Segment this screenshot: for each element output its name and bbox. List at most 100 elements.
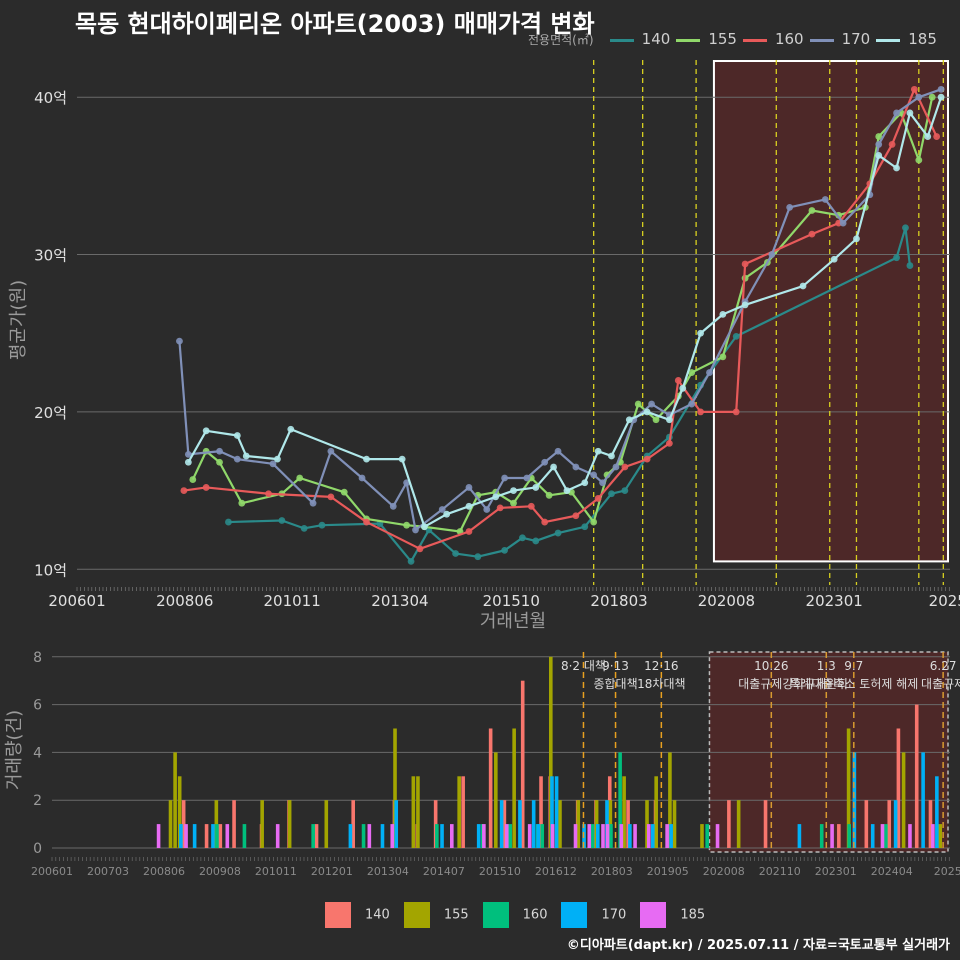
policy-annotation: 10.26 bbox=[754, 659, 788, 673]
volume-bar-155 bbox=[494, 752, 498, 848]
data-point-155 bbox=[238, 499, 246, 507]
policy-annotation: 9.7 bbox=[844, 659, 863, 673]
data-point-185 bbox=[594, 447, 602, 455]
volume-bar-170 bbox=[870, 824, 875, 848]
bar-legend-swatch-160 bbox=[482, 902, 509, 928]
data-point-160 bbox=[808, 230, 816, 238]
data-point-185 bbox=[532, 484, 540, 491]
volume-bar-170 bbox=[179, 824, 183, 848]
data-point-140 bbox=[893, 254, 900, 262]
volume-bar-160 bbox=[215, 824, 219, 848]
data-point-140 bbox=[318, 521, 326, 529]
volume-bar-140 bbox=[887, 800, 892, 848]
volume-bar-185 bbox=[367, 824, 372, 848]
volume-bar-170 bbox=[380, 824, 385, 848]
data-point-185 bbox=[510, 487, 517, 494]
policy-annotation: 1.3 bbox=[817, 659, 836, 673]
volume-bar-185 bbox=[550, 824, 555, 848]
x-tick-label: 202008 bbox=[698, 592, 755, 610]
volume-bar-160 bbox=[242, 824, 247, 848]
data-point-140 bbox=[902, 224, 909, 232]
data-point-170 bbox=[412, 526, 419, 534]
x-tick-label: 201905 bbox=[647, 865, 689, 878]
data-point-185 bbox=[625, 416, 633, 424]
volume-bar-185 bbox=[573, 824, 578, 848]
volume-bar-170 bbox=[440, 824, 444, 848]
data-point-140 bbox=[225, 518, 232, 526]
y-tick-label: 20억 bbox=[34, 404, 67, 422]
data-point-185 bbox=[679, 384, 687, 392]
data-point-140 bbox=[581, 523, 589, 531]
data-point-185 bbox=[853, 235, 860, 243]
data-point-170 bbox=[648, 400, 655, 408]
x-tick-label: 201011 bbox=[263, 592, 320, 610]
data-point-170 bbox=[893, 109, 900, 117]
data-point-185 bbox=[443, 510, 451, 518]
bar-legend-swatch-185 bbox=[640, 902, 667, 928]
data-point-140 bbox=[474, 553, 482, 561]
x-axis-label: 거래년월 bbox=[480, 611, 546, 632]
volume-bar-170 bbox=[628, 824, 632, 848]
x-tick-label: 201612 bbox=[535, 865, 577, 878]
x-tick-label: 202008 bbox=[703, 865, 745, 878]
volume-bar-170 bbox=[518, 800, 522, 848]
volume-bar-155 bbox=[672, 800, 677, 848]
volume-bar-140 bbox=[314, 824, 319, 848]
volume-bar-170 bbox=[348, 824, 353, 848]
data-point-155 bbox=[403, 521, 411, 529]
data-point-185 bbox=[242, 452, 250, 460]
x-tick-label: 201803 bbox=[590, 592, 647, 610]
volume-bar-155 bbox=[654, 776, 658, 848]
volume-bar-140 bbox=[461, 776, 465, 848]
data-point-140 bbox=[554, 529, 562, 537]
data-point-185 bbox=[608, 452, 615, 460]
data-point-185 bbox=[643, 408, 651, 416]
data-point-170 bbox=[915, 93, 923, 101]
data-point-160 bbox=[933, 133, 941, 140]
volume-bar-185 bbox=[601, 824, 605, 848]
data-point-140 bbox=[732, 332, 740, 340]
data-point-160 bbox=[327, 493, 335, 501]
x-tick-label: 200806 bbox=[156, 592, 213, 610]
data-point-140 bbox=[278, 517, 286, 524]
data-point-185 bbox=[274, 455, 281, 463]
data-point-170 bbox=[501, 474, 508, 482]
bar-legend-item-155: 155 bbox=[403, 902, 469, 928]
data-point-155 bbox=[296, 474, 304, 482]
volume-bar-160 bbox=[361, 824, 366, 848]
data-point-170 bbox=[612, 463, 620, 471]
volume-bar-185 bbox=[665, 824, 669, 848]
data-point-185 bbox=[233, 432, 241, 439]
volume-bar-185 bbox=[715, 824, 720, 848]
bar-legend-swatch-140 bbox=[325, 902, 351, 928]
x-tick-label: 201304 bbox=[367, 865, 409, 878]
volume-bar-185 bbox=[482, 824, 486, 848]
volume-bar-170 bbox=[476, 824, 481, 848]
data-point-160 bbox=[496, 504, 504, 512]
data-point-155 bbox=[928, 93, 936, 101]
volume-bar-170 bbox=[554, 776, 559, 848]
data-point-155 bbox=[719, 353, 727, 361]
policy-annotation: 18차대책 bbox=[637, 676, 685, 691]
data-point-155 bbox=[652, 416, 660, 424]
bottom-legend: 140 155 160 170 185 bbox=[325, 902, 719, 928]
volume-bar-170 bbox=[192, 824, 197, 848]
data-point-160 bbox=[674, 377, 682, 384]
x-tick-label: 202404 bbox=[871, 865, 913, 878]
data-point-185 bbox=[893, 164, 900, 172]
data-point-160 bbox=[465, 528, 473, 535]
data-point-170 bbox=[465, 484, 473, 491]
data-point-140 bbox=[608, 490, 615, 498]
volume-bar-185 bbox=[931, 824, 935, 848]
volume-bar-155 bbox=[411, 776, 416, 848]
data-point-185 bbox=[799, 282, 807, 290]
volume-bar-140 bbox=[232, 800, 236, 848]
data-point-140 bbox=[621, 487, 629, 494]
data-point-140 bbox=[519, 534, 526, 542]
data-point-160 bbox=[665, 439, 673, 447]
volume-bar-170 bbox=[211, 824, 215, 848]
data-point-185 bbox=[875, 152, 883, 159]
x-tick-label: 202301 bbox=[815, 865, 857, 878]
y-axis-label: 평균가(원) bbox=[8, 280, 29, 360]
x-tick-label: 202301 bbox=[806, 592, 863, 610]
